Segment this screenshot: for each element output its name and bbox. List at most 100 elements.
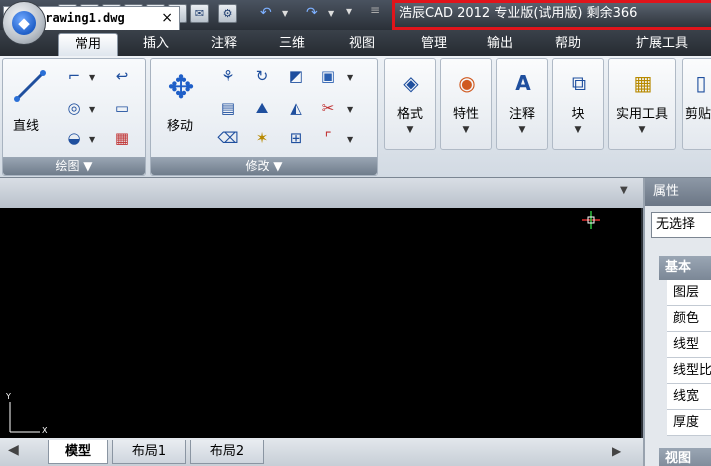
property-color[interactable]: 颜色 — [667, 306, 711, 332]
property-lineweight[interactable]: 线宽 — [667, 384, 711, 410]
utilities-button[interactable]: ▦ 实用工具 ▼ — [608, 58, 676, 150]
workspace-icon[interactable]: ⚙ — [218, 4, 237, 23]
app-logo-icon: ◆ — [12, 11, 36, 35]
draw-panel-title: 绘图 — [55, 159, 80, 173]
view-section-header[interactable]: 视图 — [659, 448, 711, 466]
fillet-dropdown-icon[interactable]: ▼ — [347, 135, 353, 144]
tab-model[interactable]: 模型 — [48, 440, 108, 464]
canvas-graphics — [9, 402, 40, 433]
format-dropdown-icon: ▼ — [406, 125, 414, 135]
tab-annotate[interactable]: 注释 — [196, 33, 252, 56]
move-icon[interactable]: ✥ — [163, 69, 199, 105]
annotation-button[interactable]: A 注释 ▼ — [496, 58, 548, 150]
rotate-icon[interactable]: ↻ — [251, 65, 273, 87]
block-button[interactable]: ⧉ 块 ▼ — [552, 58, 604, 150]
publish-icon[interactable]: ✉ — [190, 4, 209, 23]
offset-icon[interactable]: ▣ — [317, 65, 339, 87]
offset-dropdown-icon[interactable]: ▼ — [347, 73, 353, 82]
quick-access-separator: ≡ — [370, 3, 381, 17]
redo-dropdown-icon[interactable]: ▼ — [328, 9, 334, 18]
fillet-icon[interactable]: ⌜ — [317, 127, 339, 149]
property-linetype-scale[interactable]: 线型比 — [667, 358, 711, 384]
property-linetype[interactable]: 线型 — [667, 332, 711, 358]
layout-tab-bar: ◀ 模型 布局1 布局2 ▶ — [0, 438, 643, 466]
draw-panel-footer[interactable]: 绘图 ▼ — [3, 157, 145, 175]
ruler-icon: ▦ — [633, 71, 653, 95]
document-tab-bar — [0, 178, 643, 208]
property-layer[interactable]: 图层 — [667, 280, 711, 306]
polyline-dropdown-icon[interactable]: ▼ — [89, 73, 95, 82]
tab-3d[interactable]: 三维 — [264, 33, 320, 56]
explode-icon[interactable]: ✶ — [251, 127, 273, 149]
layout-scroll-right-icon[interactable]: ▶ — [612, 444, 621, 458]
array-icon[interactable]: ▤ — [217, 97, 239, 119]
block-icon: ⧉ — [571, 71, 587, 95]
format-button[interactable]: ◈ 格式 ▼ — [384, 58, 436, 150]
layout-scroll-left-icon[interactable]: ◀ — [8, 442, 19, 458]
window-title: 浩辰CAD 2012 专业版(试用版) 剩余366 — [392, 0, 711, 30]
modify-panel: ✥ 移动 ⚘ ↻ ◩ ▣ ▼ ▤ ⛰ ◭ ✂ ▼ ⌫ ✶ ⊞ ⌜ ▼ 修改 ▼ — [150, 58, 378, 176]
copy-icon[interactable]: ⚘ — [217, 65, 239, 87]
tab-layout1[interactable]: 布局1 — [112, 440, 186, 464]
ucs-x-label: X — [42, 426, 48, 435]
scale-icon[interactable]: ⛰ — [251, 97, 273, 119]
tab-insert[interactable]: 插入 — [128, 33, 184, 56]
tab-view[interactable]: 视图 — [334, 33, 390, 56]
rectangle-icon[interactable]: ▭ — [111, 97, 133, 119]
polyline-icon[interactable]: ⌐ — [63, 65, 85, 87]
annotation-label: 注释 — [508, 107, 535, 122]
ribbon-tab-bar: 常用 插入 注释 三维 视图 管理 输出 帮助 扩展工具 — [0, 30, 711, 56]
draw-panel: 直线 ⌐ ▼ ↩ ◎ ▼ ▭ ◒ ▼ ▦ 绘图 ▼ — [2, 58, 146, 176]
trim-dropdown-icon[interactable]: ▼ — [347, 105, 353, 114]
app-window: ▯ ▭ ▣ ✎ ⎙ ⌕ ✉ ⚙ ↶ ▼ ↷ ▼ ▾ ≡ 浩辰CAD 2012 专… — [0, 0, 711, 466]
line-icon[interactable] — [13, 69, 47, 103]
properties-button[interactable]: ◉ 特性 ▼ — [440, 58, 492, 150]
circle-dropdown-icon[interactable]: ▼ — [89, 105, 95, 114]
line-tool-label[interactable]: 直线 — [13, 115, 39, 134]
utilities-dropdown-icon: ▼ — [638, 125, 646, 135]
utilities-label: 实用工具 — [615, 107, 668, 122]
tab-manage[interactable]: 管理 — [406, 33, 462, 56]
arc-path-icon[interactable]: ↩ — [111, 65, 133, 87]
clipboard-label: 剪贴 — [685, 107, 711, 122]
grid-array-icon[interactable]: ⊞ — [285, 127, 307, 149]
crosshair-cursor — [582, 211, 600, 229]
circle-icon[interactable]: ◎ — [63, 97, 85, 119]
hatch-icon[interactable]: ▦ — [111, 127, 133, 149]
properties-label: 特性 — [452, 107, 479, 122]
basic-section-header[interactable]: 基本 — [659, 256, 711, 280]
selection-dropdown[interactable]: 无选择 — [651, 212, 711, 238]
clipboard-button[interactable]: ▯ 剪贴 — [682, 58, 711, 150]
document-tab-title: Drawing1.dwg — [38, 11, 125, 25]
block-dropdown-icon: ▼ — [574, 125, 582, 135]
properties-dropdown-icon: ▼ — [462, 125, 470, 135]
application-menu-button[interactable]: ◆ — [2, 1, 46, 45]
color-wheel-icon: ◉ — [458, 71, 476, 95]
arc-dropdown-icon[interactable]: ▼ — [89, 135, 95, 144]
tab-help[interactable]: 帮助 — [540, 33, 596, 56]
format-label: 格式 — [396, 107, 423, 122]
format-icon: ◈ — [403, 71, 419, 95]
property-thickness[interactable]: 厚度 — [667, 410, 711, 436]
document-list-dropdown-icon[interactable]: ▼ — [620, 185, 628, 196]
close-icon[interactable]: × — [161, 7, 173, 29]
mirror-icon[interactable]: ◭ — [285, 97, 307, 119]
move-tool-label[interactable]: 移动 — [167, 115, 193, 134]
tab-output[interactable]: 输出 — [472, 33, 528, 56]
customize-quick-access-icon[interactable]: ▾ — [346, 4, 352, 18]
ribbon: 直线 ⌐ ▼ ↩ ◎ ▼ ▭ ◒ ▼ ▦ 绘图 ▼ ✥ 移动 ⚘ ↻ ◩ ▣ ▼… — [0, 56, 711, 178]
modify-panel-footer[interactable]: 修改 ▼ — [151, 157, 377, 175]
tab-extension-tools[interactable]: 扩展工具 — [620, 33, 704, 56]
tab-layout2[interactable]: 布局2 — [190, 440, 264, 464]
ucs-y-label: Y — [6, 392, 11, 401]
undo-dropdown-icon[interactable]: ▼ — [282, 9, 288, 18]
trim-icon[interactable]: ✂ — [317, 97, 339, 119]
modify-panel-title: 修改 — [245, 159, 270, 173]
tab-home[interactable]: 常用 — [58, 33, 118, 56]
arc-icon[interactable]: ◒ — [63, 127, 85, 149]
stretch-icon[interactable]: ◩ — [285, 65, 307, 87]
redo-icon[interactable]: ↷ — [306, 5, 318, 21]
drawing-canvas[interactable]: Y X — [0, 208, 641, 438]
erase-icon[interactable]: ⌫ — [217, 127, 239, 149]
undo-icon[interactable]: ↶ — [260, 5, 272, 21]
